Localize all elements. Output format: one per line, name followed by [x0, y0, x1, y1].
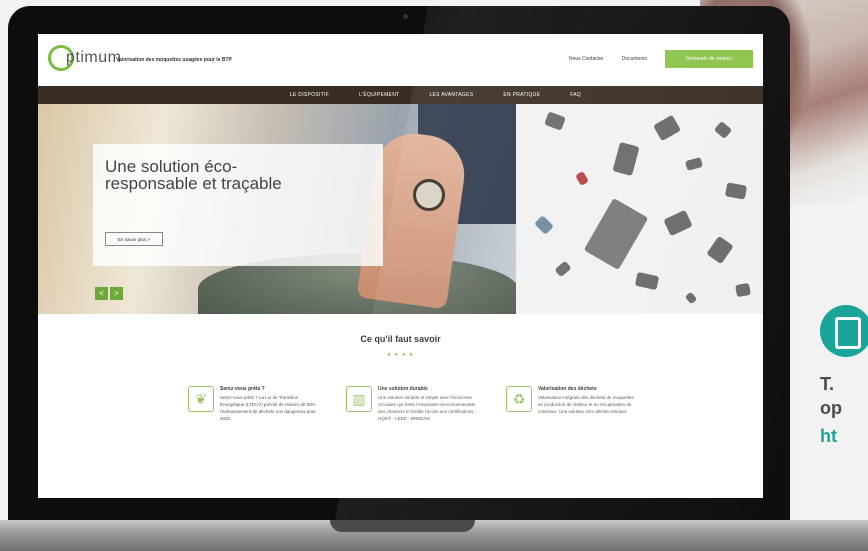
carousel-next-icon[interactable]: >	[110, 287, 123, 300]
hero-title: Une solution éco-responsable et traçable	[105, 157, 282, 193]
section-title: Ce qu'il faut savoir	[360, 334, 441, 344]
camera	[403, 14, 408, 19]
hero-card: Une solution éco-responsable et traçable…	[93, 144, 383, 266]
site-header: ptimum Valorisation des moquettes usagée…	[38, 34, 763, 86]
side-text-line1: T.	[820, 374, 835, 394]
tablet-icon	[820, 305, 868, 357]
contact-request-button[interactable]: Demande de contact	[665, 50, 753, 68]
nav-item-faq[interactable]: FAQ	[570, 92, 581, 98]
documents-link[interactable]: Documents	[622, 56, 647, 62]
nav-item-dispositif[interactable]: LE DISPOSITIF	[290, 92, 329, 98]
top-links: Nous Contacter Documents Demande de cont…	[569, 50, 753, 68]
nav-item-equipement[interactable]: L'ÉQUIPEMENT	[359, 92, 399, 98]
side-link[interactable]: ht	[820, 426, 837, 447]
section-divider-dots: ● ● ● ●	[387, 352, 414, 358]
feature-title: Valorisation des déchets	[538, 386, 597, 392]
nav-item-pratique[interactable]: EN PRATIQUE	[503, 92, 540, 98]
nav-item-avantages[interactable]: LES AVANTAGES	[429, 92, 473, 98]
feature-title: Serez-vous prêts ?	[220, 386, 265, 392]
building-icon: ▥	[346, 386, 372, 412]
leaf-icon: ❦	[188, 386, 214, 412]
hero-image-particles	[516, 104, 763, 314]
feature-text: Serez-vous prêts ? La Loi de Transition …	[220, 395, 316, 421]
carousel-arrows: < >	[95, 287, 123, 300]
feature-text: Une solution durable et simple avec l'éc…	[378, 395, 476, 421]
laptop-screen: ptimum Valorisation des moquettes usagée…	[38, 34, 763, 498]
site-tagline: Valorisation des moquettes usagées pour …	[116, 57, 232, 63]
learn-more-button[interactable]: En savoir plus >	[105, 232, 163, 246]
hero-banner: Une solution éco-responsable et traçable…	[38, 104, 763, 314]
recycle-icon: ♻	[506, 386, 532, 412]
contact-link[interactable]: Nous Contacter	[569, 56, 604, 62]
laptop-frame: ptimum Valorisation des moquettes usagée…	[8, 6, 790, 526]
site-logo[interactable]: ptimum	[48, 42, 121, 74]
carousel-prev-icon[interactable]: <	[95, 287, 108, 300]
main-nav: LE DISPOSITIF L'ÉQUIPEMENT LES AVANTAGES…	[38, 86, 763, 104]
feature-title: Une solution durable	[378, 386, 428, 392]
laptop-notch	[330, 520, 475, 532]
feature-text: Valorisation intégrale des déchets de mo…	[538, 395, 634, 414]
logo-text: ptimum	[66, 49, 122, 66]
side-text-line2: op	[820, 398, 842, 418]
